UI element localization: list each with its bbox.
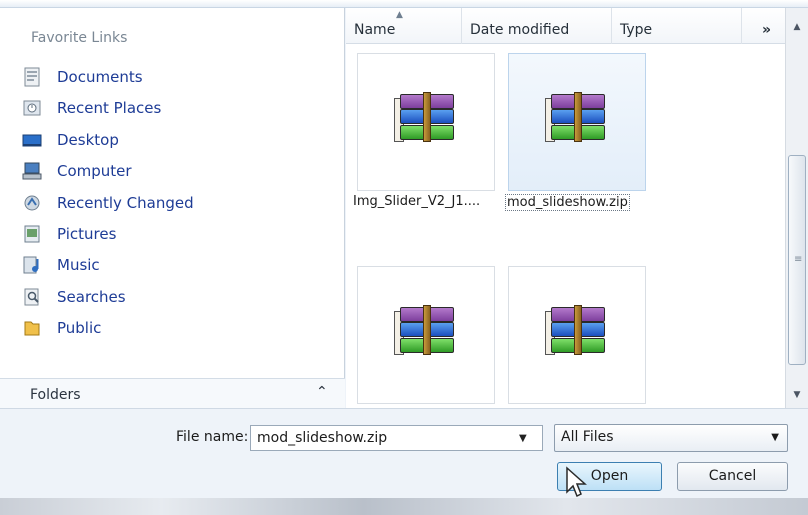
file-list-view: ▲ Name Date modified Type » Img_Slider_V… [346, 8, 785, 408]
nav-item-label: Documents [57, 68, 143, 86]
chevron-up-icon: ⌃ [316, 384, 328, 400]
file-name-input[interactable]: mod_slideshow.zip [250, 425, 543, 451]
nav-item-label: Pictures [57, 225, 117, 243]
documents-icon [22, 67, 42, 87]
computer-icon [22, 161, 42, 181]
file-name-label-selected[interactable]: mod_slideshow.zip [505, 194, 630, 211]
dialog-top-edge [0, 0, 808, 8]
winrar-archive-icon [394, 305, 458, 365]
column-header-date-modified[interactable]: Date modified [462, 8, 612, 44]
nav-item-searches[interactable]: Searches [22, 284, 126, 310]
nav-item-label: Searches [57, 288, 126, 306]
more-columns-button[interactable]: » [742, 8, 785, 44]
nav-item-computer[interactable]: Computer [22, 158, 132, 184]
sort-ascending-icon: ▲ [396, 10, 403, 20]
winrar-archive-icon [545, 305, 609, 365]
column-header-label: Date modified [470, 22, 570, 38]
nav-item-label: Music [57, 256, 100, 274]
recently-changed-icon [22, 193, 42, 213]
file-tile[interactable] [508, 266, 646, 404]
pictures-icon [22, 224, 42, 244]
nav-item-label: Desktop [57, 131, 119, 149]
nav-item-recent-places[interactable]: Recent Places [22, 95, 161, 121]
cancel-button[interactable]: Cancel [677, 462, 788, 491]
nav-item-label: Recently Changed [57, 194, 194, 212]
column-header-row: ▲ Name Date modified Type » [346, 8, 785, 44]
desktop-icon [22, 130, 42, 150]
mouse-pointer-icon [566, 466, 587, 498]
folders-label: Folders [30, 387, 81, 403]
nav-item-label: Public [57, 319, 102, 337]
recent-places-icon [22, 98, 42, 118]
winrar-archive-icon [394, 92, 458, 152]
chevron-down-icon: ▼ [771, 432, 779, 443]
file-tile-selected[interactable] [508, 53, 646, 191]
background-window-strip [0, 498, 808, 515]
nav-item-desktop[interactable]: Desktop [22, 127, 119, 153]
column-header-name[interactable]: ▲ Name [346, 8, 462, 44]
scrollbar-thumb[interactable]: ≡ [788, 155, 806, 365]
file-type-filter-select[interactable]: All Files ▼ [554, 424, 788, 452]
file-type-filter-value: All Files [561, 429, 614, 445]
column-header-type[interactable]: Type [612, 8, 742, 44]
nav-item-public[interactable]: Public [22, 315, 101, 341]
column-header-label: Name [354, 22, 396, 38]
file-tile[interactable] [357, 53, 495, 191]
nav-item-label: Recent Places [57, 99, 162, 117]
music-icon [22, 255, 42, 275]
file-name-label[interactable]: Img_Slider_V2_J1.... [353, 194, 480, 209]
nav-item-recently-changed[interactable]: Recently Changed [22, 190, 194, 216]
file-name-label: File name: [176, 429, 249, 445]
file-name-dropdown-arrow-icon[interactable]: ▼ [519, 433, 527, 444]
public-icon [22, 318, 42, 338]
vertical-scrollbar[interactable]: ▲ ≡ ▼ [785, 8, 808, 408]
column-header-label: Type [620, 22, 653, 38]
nav-item-music[interactable]: Music [22, 252, 100, 278]
nav-item-pictures[interactable]: Pictures [22, 221, 116, 247]
favorite-links-header: Favorite Links [31, 30, 128, 46]
searches-icon [22, 287, 42, 307]
scrollbar-grip-icon: ≡ [794, 254, 803, 265]
scroll-down-arrow-icon[interactable]: ▼ [786, 384, 808, 406]
winrar-archive-icon [545, 92, 609, 152]
dialog-footer: File name: mod_slideshow.zip ▼ All Files… [0, 408, 808, 498]
nav-item-documents[interactable]: Documents [22, 64, 143, 90]
file-tile[interactable] [357, 266, 495, 404]
double-chevron-right-icon: » [762, 22, 772, 38]
nav-item-label: Computer [57, 162, 132, 180]
open-file-dialog: Favorite Links Documents Recent Places D… [0, 0, 808, 515]
navigation-pane: Favorite Links Documents Recent Places D… [0, 8, 345, 416]
scroll-up-arrow-icon[interactable]: ▲ [786, 16, 808, 38]
